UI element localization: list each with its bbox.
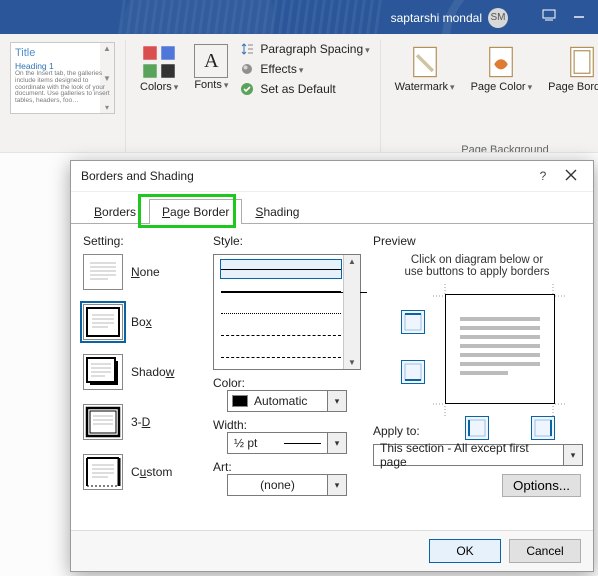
auto-swatch-icon	[232, 395, 248, 407]
setting-custom[interactable]: Custom	[83, 454, 201, 490]
page-borders-button[interactable]: Page Borders	[544, 42, 598, 96]
ribbon-display-options-icon[interactable]	[542, 8, 556, 22]
setting-3d[interactable]: 3-D	[83, 404, 201, 440]
paragraph-spacing-button[interactable]: Paragraph Spacing	[240, 42, 369, 56]
ribbon: Title Heading 1 On the Insert tab, the g…	[0, 34, 598, 161]
avatar: SM	[488, 8, 508, 28]
fonts-button[interactable]: A Fonts	[190, 42, 232, 94]
border-top-button[interactable]	[401, 310, 425, 334]
style-label: Style:	[213, 234, 361, 248]
ok-button[interactable]: OK	[429, 539, 501, 563]
app-titlebar: saptarshi mondal SM	[0, 0, 598, 34]
options-button[interactable]: Options...	[502, 474, 581, 497]
color-combo[interactable]: Automatic ▾	[227, 390, 347, 412]
preview-diagram[interactable]	[373, 288, 581, 418]
close-button[interactable]	[557, 169, 585, 184]
preview-note: Click on diagram below or use buttons to…	[373, 254, 581, 278]
tab-page-border[interactable]: Page Border	[149, 199, 242, 224]
account-user[interactable]: saptarshi mondal SM	[391, 8, 508, 28]
border-bottom-button[interactable]	[401, 360, 425, 384]
width-combo[interactable]: ½ pt ▾	[227, 432, 347, 454]
fonts-label: Fonts	[194, 80, 228, 92]
document-formatting-gallery[interactable]: Title Heading 1 On the Insert tab, the g…	[10, 42, 115, 114]
dialog-title: Borders and Shading	[81, 169, 529, 183]
style-list[interactable]: ▲▼	[213, 254, 361, 370]
account-username: saptarshi mondal	[391, 11, 482, 25]
art-combo[interactable]: (none) ▾	[227, 474, 347, 496]
page-color-button[interactable]: Page Color	[467, 42, 537, 96]
cancel-button[interactable]: Cancel	[509, 539, 581, 563]
colors-label: Colors	[140, 82, 178, 94]
chevron-down-icon: ▾	[563, 445, 582, 465]
border-left-button[interactable]	[465, 416, 489, 440]
check-icon	[240, 82, 254, 96]
border-right-button[interactable]	[531, 416, 555, 440]
setting-none[interactable]: None	[83, 254, 201, 290]
color-label: Color:	[213, 376, 361, 390]
preview-label: Preview	[373, 234, 581, 248]
chevron-down-icon: ▾	[327, 475, 346, 495]
help-button[interactable]: ?	[529, 169, 557, 183]
tab-borders[interactable]: Borders	[81, 199, 149, 224]
style-scrollbar[interactable]: ▲▼	[343, 255, 360, 369]
chevron-down-icon: ▾	[327, 391, 346, 411]
set-as-default-button[interactable]: Set as Default	[240, 82, 369, 96]
watermark-button[interactable]: Watermark	[391, 42, 459, 96]
minimize-icon[interactable]	[572, 8, 586, 22]
paragraph-spacing-icon	[240, 42, 254, 56]
setting-label: Setting:	[83, 234, 201, 248]
borders-and-shading-dialog: Borders and Shading ? Borders Page Borde…	[70, 160, 594, 572]
effects-button[interactable]: Effects	[240, 62, 369, 76]
width-label: Width:	[213, 418, 361, 432]
art-label: Art:	[213, 460, 361, 474]
setting-box[interactable]: Box	[83, 304, 201, 340]
apply-to-combo[interactable]: This section - All except first page ▾	[373, 444, 583, 466]
style-title: Title	[15, 47, 110, 59]
dialog-tabs: Borders Page Border Shading	[71, 192, 593, 224]
colors-button[interactable]: Colors	[136, 42, 182, 96]
tab-shading[interactable]: Shading	[242, 199, 312, 224]
setting-shadow[interactable]: Shadow	[83, 354, 201, 390]
chevron-down-icon: ▾	[327, 433, 346, 453]
effects-icon	[240, 62, 254, 76]
